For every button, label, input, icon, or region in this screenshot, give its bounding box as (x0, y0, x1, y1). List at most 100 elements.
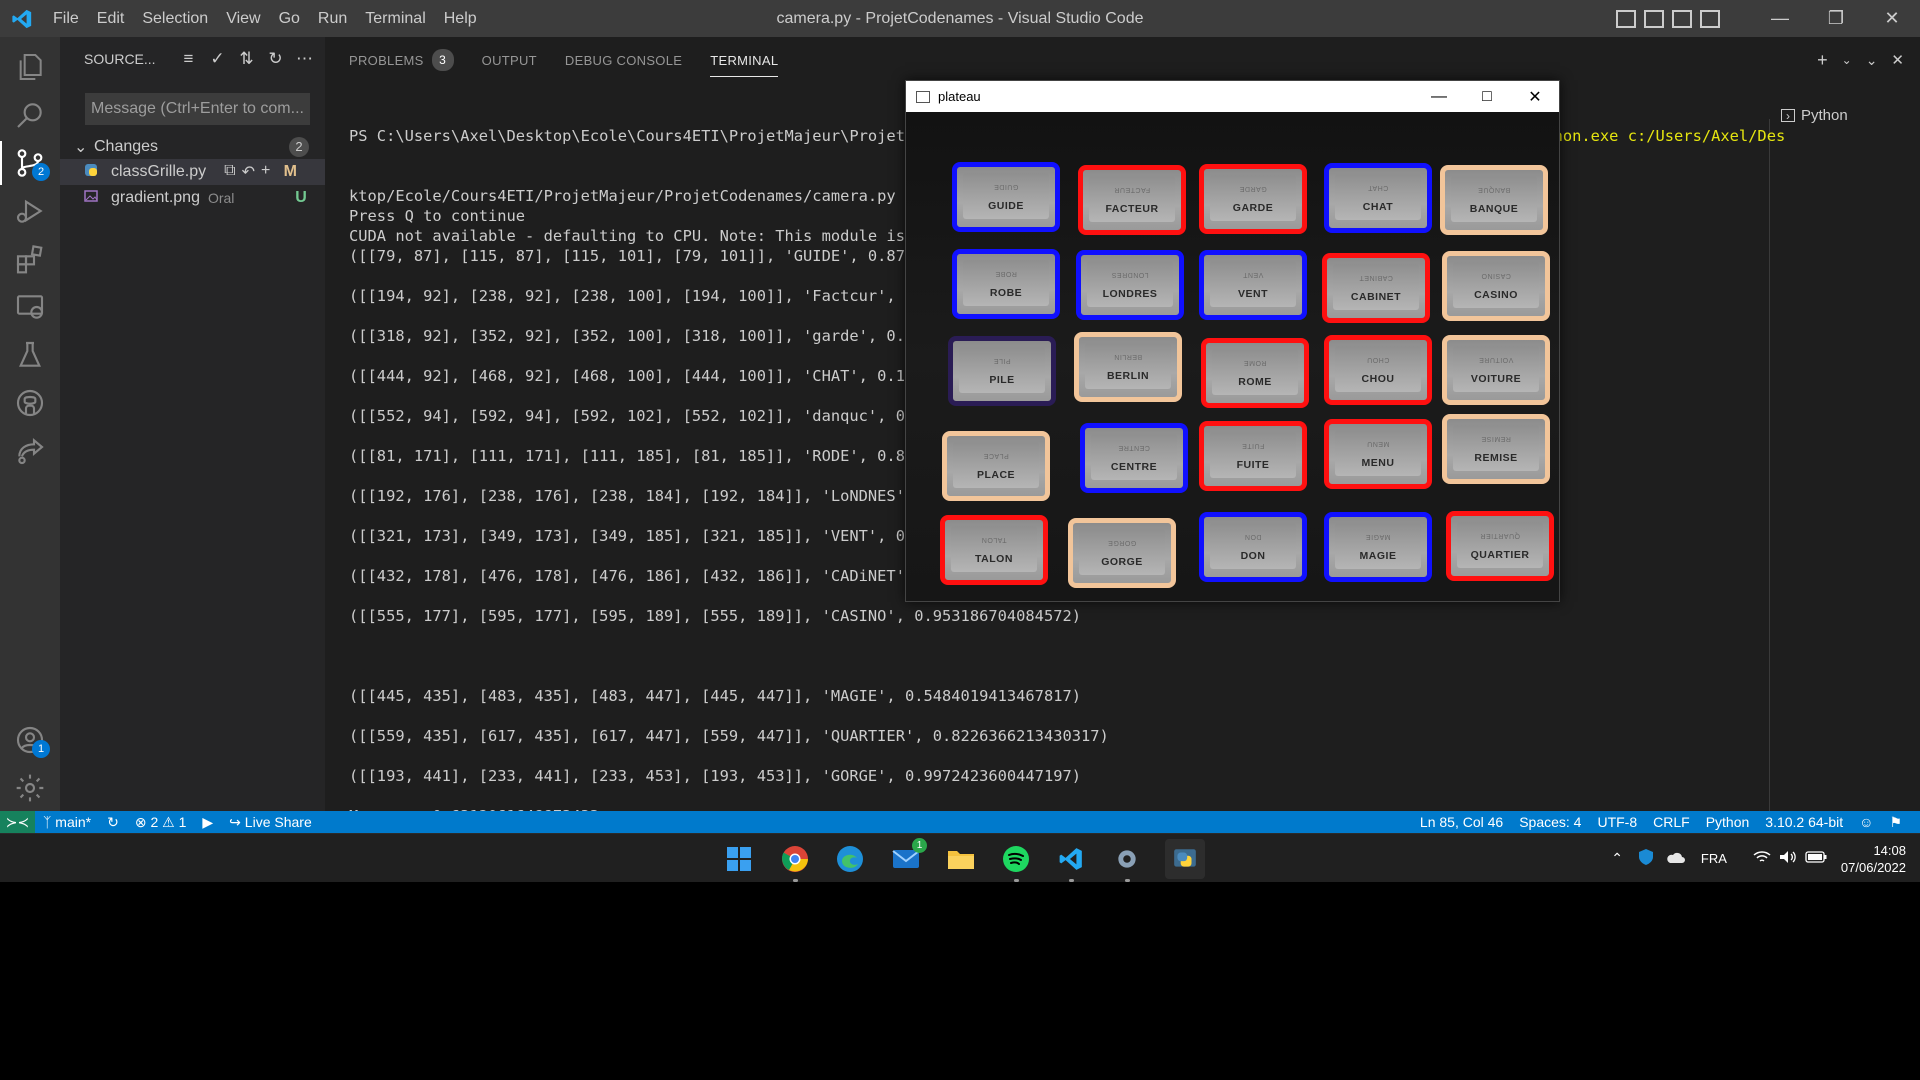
onedrive-cloud-icon[interactable] (1665, 850, 1685, 867)
terminal-dropdown-icon[interactable]: ⌄ (1842, 53, 1852, 67)
new-terminal-icon[interactable]: + (1817, 50, 1828, 71)
tab-output[interactable]: OUTPUT (482, 37, 537, 83)
vscode-logo-icon[interactable] (0, 0, 44, 37)
close-button[interactable]: ✕ (1864, 0, 1920, 37)
view-as-tree-icon[interactable]: ≡ (174, 49, 203, 69)
vscode-taskbar-icon[interactable] (1054, 842, 1088, 882)
branch-name: main* (55, 814, 92, 830)
more-actions-icon[interactable]: ⋯ (290, 49, 319, 69)
menu-item-run[interactable]: Run (309, 0, 356, 37)
sync-icon[interactable]: ↻ (99, 814, 127, 831)
encoding[interactable]: UTF-8 (1589, 814, 1645, 830)
toggle-panel-icon[interactable] (1644, 9, 1664, 28)
discard-changes-icon[interactable]: ↶ (242, 162, 255, 182)
plateau-close-button[interactable]: ✕ (1511, 81, 1559, 112)
menu-item-selection[interactable]: Selection (133, 0, 217, 37)
toggle-sidebar-icon[interactable] (1616, 9, 1636, 28)
defender-shield-icon[interactable] (1637, 848, 1655, 869)
restore-button[interactable]: ❐ (1808, 0, 1864, 37)
customize-layout-icon[interactable] (1700, 9, 1720, 28)
open-file-icon[interactable]: ⧉ (224, 162, 235, 182)
board-card: CHOU CHOU (1324, 335, 1432, 405)
accounts-badge: 1 (32, 740, 50, 758)
card-mirrored-word: TALON (981, 536, 1007, 543)
live-share-icon[interactable] (0, 421, 60, 481)
card-word: CABINET (1350, 291, 1402, 303)
spotify-icon[interactable] (999, 842, 1033, 882)
indentation[interactable]: Spaces: 4 (1511, 814, 1589, 830)
changed-file-item[interactable]: classGrille.py ⧉ ↶ + M (60, 159, 325, 185)
error-count: 2 (150, 813, 159, 830)
menu-item-file[interactable]: File (44, 0, 88, 37)
cursor-position[interactable]: Ln 85, Col 46 (1412, 814, 1511, 830)
menu-item-view[interactable]: View (217, 0, 269, 37)
remote-indicator-icon[interactable]: ≻≺ (0, 811, 35, 833)
debug-launch-icon[interactable]: ▶ (194, 814, 221, 831)
notifications-bell-icon[interactable]: ⚑ (1881, 814, 1910, 831)
plateau-minimize-button[interactable]: — (1415, 81, 1463, 112)
refresh-icon[interactable]: ↻ (261, 49, 290, 69)
card-face: VOITURE VOITURE (1453, 346, 1539, 392)
stage-changes-icon[interactable]: + (261, 162, 270, 182)
card-mirrored-word: DON (1244, 533, 1262, 540)
plateau-titlebar: plateau — □ ✕ (906, 81, 1559, 112)
gear-icon[interactable] (0, 758, 60, 818)
wifi-icon[interactable] (1753, 850, 1771, 867)
python-taskbar-icon[interactable] (1165, 839, 1205, 885)
close-panel-icon[interactable]: ✕ (1891, 51, 1904, 69)
chrome-icon[interactable] (778, 842, 812, 882)
edge-icon[interactable] (833, 842, 867, 876)
card-face: GARDE GARDE (1210, 175, 1296, 221)
plateau-maximize-button[interactable]: □ (1463, 81, 1511, 112)
windows-start-icon[interactable] (722, 842, 756, 876)
card-face: CHOU CHOU (1335, 346, 1421, 392)
tab-problems[interactable]: PROBLEMS 3 (349, 37, 454, 83)
menu-item-edit[interactable]: Edit (88, 0, 134, 37)
live-share-button[interactable]: ↪ Live Share (221, 814, 320, 831)
pull-request-icon[interactable]: ⇅ (232, 49, 261, 69)
board-card: PILE PILE (948, 336, 1056, 406)
toggle-secondary-sidebar-icon[interactable] (1672, 9, 1692, 28)
language-mode[interactable]: Python (1698, 814, 1758, 830)
menu-item-terminal[interactable]: Terminal (356, 0, 434, 37)
board-card: CENTRE CENTRE (1080, 423, 1188, 493)
card-mirrored-word: LONDRES (1111, 271, 1149, 278)
python-interpreter[interactable]: 3.10.2 64-bit (1757, 814, 1851, 830)
board-card: FACTEUR FACTEUR (1078, 165, 1186, 235)
commit-message-input[interactable]: Message (Ctrl+Enter to com... (85, 93, 310, 125)
card-mirrored-word: REMISE (1481, 435, 1511, 442)
terminal-line: ([[193, 441], [233, 441], [233, 453], [1… (349, 767, 1082, 785)
menu-item-go[interactable]: Go (270, 0, 309, 37)
card-mirrored-word: MAGIE (1365, 533, 1391, 540)
card-mirrored-word: CASINO (1481, 272, 1511, 279)
taskbar-clock[interactable]: 14:08 07/06/2022 (1841, 842, 1906, 876)
mail-icon[interactable]: 1 (889, 838, 927, 876)
problems-indicator[interactable]: ⊗ 2 ⚠ 1 (127, 814, 195, 831)
settings-icon[interactable] (1110, 842, 1144, 882)
feedback-icon[interactable]: ☺ (1851, 814, 1881, 830)
changes-group[interactable]: ⌄ Changes 2 (60, 135, 325, 159)
card-face: PILE PILE (959, 347, 1045, 393)
tab-debug-console[interactable]: DEBUG CONSOLE (565, 37, 682, 83)
branch-indicator[interactable]: ᛉ main* (35, 814, 99, 830)
maximize-panel-icon[interactable]: ⌄ (1866, 52, 1878, 69)
file-name: gradient.png (111, 189, 200, 206)
battery-icon[interactable] (1805, 851, 1827, 866)
card-word: CASINO (1474, 289, 1518, 301)
card-word: REMISE (1474, 452, 1518, 464)
changed-file-item[interactable]: gradient.png Oral U (60, 185, 325, 211)
card-face: TALON TALON (951, 526, 1037, 572)
input-language[interactable]: FRA (1701, 851, 1727, 866)
volume-icon[interactable] (1779, 850, 1797, 867)
line-endings[interactable]: CRLF (1645, 814, 1698, 830)
tab-terminal[interactable]: TERMINAL (710, 37, 779, 83)
card-word: VOITURE (1470, 373, 1522, 385)
file-explorer-icon[interactable] (944, 842, 978, 876)
card-face: VENT VENT (1210, 261, 1296, 307)
card-word: CENTRE (1110, 461, 1158, 473)
menu-item-help[interactable]: Help (435, 0, 486, 37)
chevron-up-icon[interactable]: ⌃ (1611, 850, 1623, 867)
minimize-button[interactable]: — (1752, 0, 1808, 37)
problems-count-badge: 3 (431, 49, 454, 71)
commit-check-icon[interactable]: ✓ (203, 49, 232, 69)
